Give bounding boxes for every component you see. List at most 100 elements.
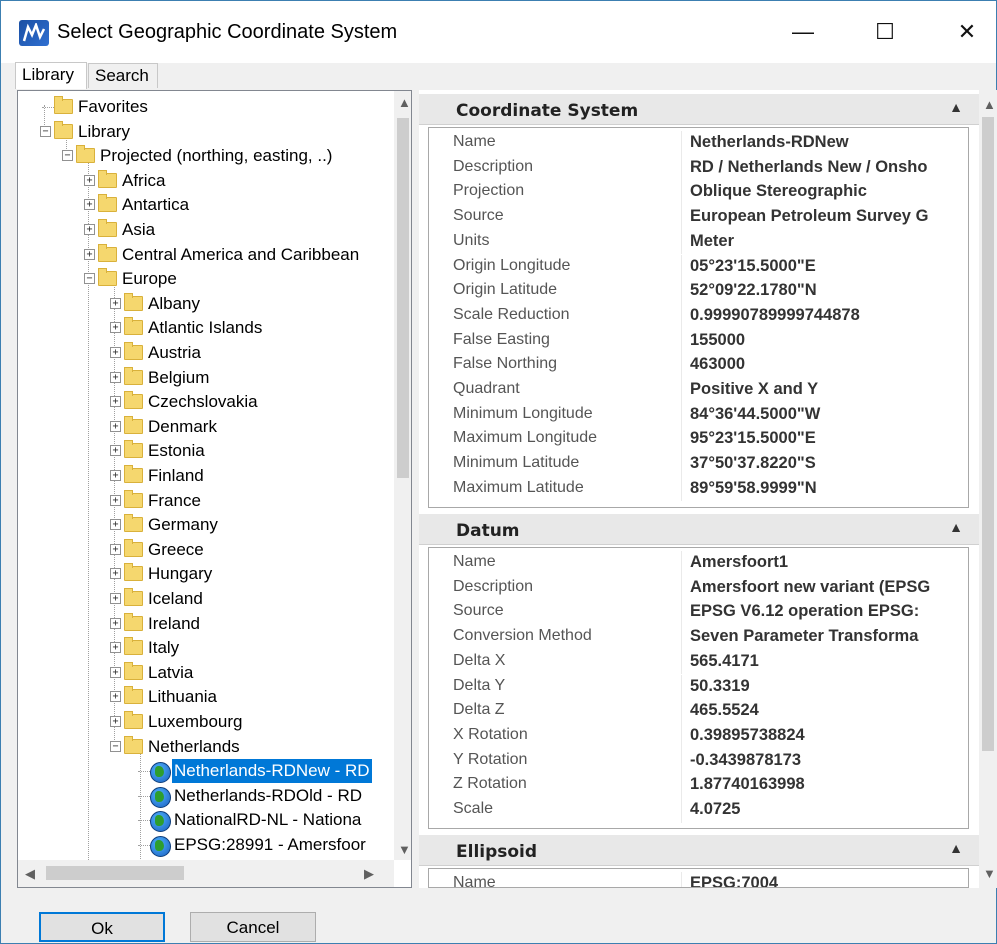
- tab-search[interactable]: Search: [88, 63, 158, 88]
- tree-item-folder[interactable]: − Library: [18, 120, 393, 144]
- property-row[interactable]: Delta Z 465.5524: [429, 699, 968, 724]
- collapse-section-icon[interactable]: ▲: [949, 519, 963, 535]
- close-button[interactable]: ✕: [935, 1, 997, 63]
- section-header[interactable]: Datum ▲: [419, 514, 979, 545]
- scroll-right-icon[interactable]: ▶: [364, 866, 374, 882]
- property-row[interactable]: Name Netherlands-RDNew: [429, 131, 968, 156]
- scroll-up-icon[interactable]: ▲: [398, 95, 411, 110]
- tree-item-folder[interactable]: − Netherlands: [18, 735, 393, 759]
- tree-item-folder[interactable]: + Denmark: [18, 415, 393, 439]
- property-row[interactable]: Minimum Longitude 84°36'44.5000"W: [429, 402, 968, 428]
- collapse-section-icon[interactable]: ▲: [949, 840, 963, 856]
- tree-item-coordinate-system[interactable]: NationalRD-NL - Nationa: [18, 808, 393, 833]
- scroll-left-icon[interactable]: ◀: [25, 866, 35, 882]
- expand-icon[interactable]: +: [110, 470, 121, 481]
- minimize-button[interactable]: —: [771, 1, 835, 63]
- property-row[interactable]: Description Amersfoort new variant (EPSG: [429, 575, 968, 601]
- tree-item-folder[interactable]: + Germany: [18, 513, 393, 537]
- collapse-icon[interactable]: −: [62, 150, 73, 162]
- property-row[interactable]: Maximum Latitude 89°59'58.9999"N: [429, 476, 968, 502]
- tree-item-folder[interactable]: + Antartica: [18, 193, 393, 217]
- tree-hscroll-thumb[interactable]: [46, 866, 184, 880]
- tree-item-coordinate-system[interactable]: EPSG:28991 - Amersfoor: [18, 833, 393, 857]
- tree-vertical-scrollbar[interactable]: ▲ ▼: [394, 91, 411, 860]
- tree-item-folder[interactable]: − Europe: [18, 267, 393, 291]
- expand-icon[interactable]: +: [110, 666, 121, 678]
- expand-icon[interactable]: +: [110, 642, 121, 654]
- tree-item-folder[interactable]: + Iceland: [18, 587, 393, 611]
- property-row[interactable]: Scale 4.0725: [429, 798, 968, 823]
- tree-item-folder[interactable]: + Lithuania: [18, 685, 393, 709]
- tree-item-coordinate-system[interactable]: Netherlands-RDOld - RD: [18, 784, 393, 808]
- tree-item-folder[interactable]: + Estonia: [18, 439, 393, 463]
- cancel-button[interactable]: Cancel: [190, 912, 316, 942]
- expand-icon[interactable]: +: [84, 224, 95, 235]
- expand-icon[interactable]: +: [110, 494, 121, 506]
- tree-item-folder[interactable]: + Italy: [18, 636, 393, 660]
- section-header[interactable]: Coordinate System ▲: [419, 94, 979, 125]
- scroll-down-icon[interactable]: ▼: [398, 842, 411, 857]
- property-row[interactable]: Projection Oblique Stereographic: [429, 180, 968, 206]
- tree-item-folder[interactable]: + Africa: [18, 169, 393, 193]
- maximize-button[interactable]: ☐: [853, 1, 917, 63]
- property-row[interactable]: Source EPSG V6.12 operation EPSG:: [429, 600, 968, 626]
- section-header[interactable]: Ellipsoid ▲: [419, 835, 979, 866]
- tree-item-folder[interactable]: + Belgium: [18, 366, 393, 390]
- expand-icon[interactable]: +: [110, 297, 121, 309]
- scroll-up-icon[interactable]: ▲: [983, 97, 996, 112]
- tree-horizontal-scrollbar[interactable]: ◀ ▶: [18, 860, 394, 887]
- property-row[interactable]: Source European Petroleum Survey G: [429, 205, 968, 230]
- property-row[interactable]: Y Rotation -0.3439878173: [429, 748, 968, 774]
- property-row[interactable]: Description RD / Netherlands New / Onsho: [429, 155, 968, 181]
- tree-item-folder[interactable]: + France: [18, 489, 393, 513]
- property-row[interactable]: Minimum Latitude 37°50'37.8220"S: [429, 452, 968, 477]
- expand-icon[interactable]: +: [110, 420, 121, 432]
- property-row[interactable]: Delta Y 50.3319: [429, 674, 968, 700]
- ok-button[interactable]: Ok: [39, 912, 165, 942]
- tree-item-folder[interactable]: + Asia: [18, 218, 393, 242]
- tree-item-folder[interactable]: + Czechslovakia: [18, 390, 393, 414]
- title-bar[interactable]: Select Geographic Coordinate System — ☐ …: [1, 1, 996, 63]
- tree-item-folder[interactable]: + Albany: [18, 292, 393, 316]
- expand-icon[interactable]: +: [110, 543, 121, 555]
- tab-library[interactable]: Library: [15, 62, 87, 89]
- property-row[interactable]: Units Meter: [429, 229, 968, 255]
- property-row[interactable]: Conversion Method Seven Parameter Transfo…: [429, 625, 968, 650]
- tree-item-folder[interactable]: Favorites: [18, 95, 393, 119]
- property-row[interactable]: Name EPSG:7004: [429, 872, 968, 887]
- expand-icon[interactable]: +: [110, 322, 121, 334]
- property-row[interactable]: Name Amersfoort1: [429, 551, 968, 576]
- expand-icon[interactable]: +: [84, 199, 95, 211]
- tree-item-folder[interactable]: + Atlantic Islands: [18, 316, 393, 340]
- collapse-icon[interactable]: −: [40, 125, 51, 137]
- collapse-icon[interactable]: −: [84, 273, 95, 285]
- expand-icon[interactable]: +: [110, 519, 121, 531]
- tree-scroll-thumb[interactable]: [397, 118, 409, 478]
- property-row[interactable]: X Rotation 0.39895738824: [429, 723, 968, 749]
- property-row[interactable]: False Easting 155000: [429, 328, 968, 354]
- expand-icon[interactable]: +: [110, 691, 121, 703]
- property-row[interactable]: Maximum Longitude 95°23'15.5000"E: [429, 427, 968, 453]
- property-row[interactable]: Delta X 565.4171: [429, 649, 968, 675]
- expand-icon[interactable]: +: [110, 445, 121, 457]
- collapse-icon[interactable]: −: [110, 740, 121, 752]
- expand-icon[interactable]: +: [110, 371, 121, 383]
- tree-item-folder[interactable]: − Projected (northing, easting, ..): [18, 144, 393, 168]
- expand-icon[interactable]: +: [110, 347, 121, 358]
- tree-item-folder[interactable]: + Austria: [18, 341, 393, 365]
- property-row[interactable]: Z Rotation 1.87740163998: [429, 773, 968, 798]
- tree-item-folder[interactable]: + Luxembourg: [18, 710, 393, 734]
- property-row[interactable]: Origin Longitude 05°23'15.5000"E: [429, 254, 968, 280]
- expand-icon[interactable]: +: [110, 396, 121, 408]
- tree-item-folder[interactable]: + Hungary: [18, 562, 393, 586]
- tree-item-folder[interactable]: + Greece: [18, 538, 393, 562]
- expand-icon[interactable]: +: [110, 568, 121, 580]
- collapse-section-icon[interactable]: ▲: [949, 99, 963, 115]
- property-row[interactable]: False Northing 463000: [429, 353, 968, 378]
- tree-item-folder[interactable]: + Ireland: [18, 612, 393, 636]
- scroll-down-icon[interactable]: ▼: [983, 866, 996, 881]
- tree-item-coordinate-system[interactable]: Netherlands-RDNew - RD: [18, 759, 393, 784]
- tree-item-folder[interactable]: + Finland: [18, 464, 393, 488]
- tree-item-folder[interactable]: + Central America and Caribbean: [18, 243, 393, 267]
- tree-item-folder[interactable]: + Latvia: [18, 661, 393, 685]
